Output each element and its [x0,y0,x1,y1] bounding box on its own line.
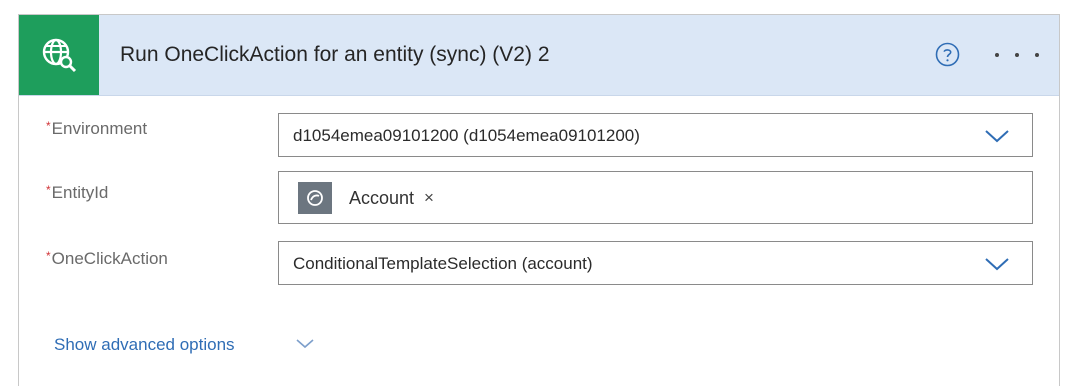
chevron-down-icon[interactable] [295,335,315,353]
entityid-label: *EntityId [46,183,109,202]
dynamic-content-icon [298,182,332,214]
oneclickaction-dropdown[interactable]: ConditionalTemplateSelection (account) [278,241,1033,285]
show-advanced-options-link[interactable]: Show advanced options [54,335,235,355]
token-label: Account [349,187,415,208]
action-card: Run OneClickAction for an entity (sync) … [18,14,1060,386]
chevron-down-icon[interactable] [984,254,1010,274]
action-title[interactable]: Run OneClickAction for an entity (sync) … [120,15,550,95]
oneclickaction-value: ConditionalTemplateSelection (account) [293,254,593,273]
account-token[interactable]: Account × [298,180,434,216]
entityid-input[interactable]: Account × [278,171,1033,224]
environment-label: *Environment [46,119,148,138]
action-header[interactable]: Run OneClickAction for an entity (sync) … [19,15,1059,96]
environment-dropdown[interactable]: d1054emea09101200 (d1054emea09101200) [278,113,1033,157]
chevron-down-icon[interactable] [984,126,1010,146]
environment-value: d1054emea09101200 (d1054emea09101200) [293,126,640,145]
more-dots-icon[interactable] [995,42,1039,67]
globe-search-icon [19,15,99,95]
help-circle-icon[interactable] [935,42,960,67]
token-remove-icon[interactable]: × [424,188,434,208]
oneclickaction-label: *OneClickAction [46,249,168,268]
